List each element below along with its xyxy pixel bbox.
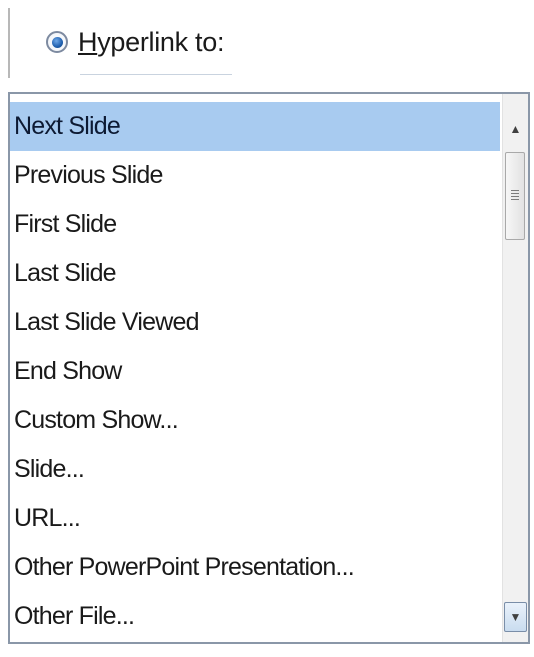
hyperlink-dialog-fragment: Hyperlink to: Next Slide Previous Slide … — [0, 0, 534, 657]
hyperlink-target-listbox[interactable]: Next Slide Previous Slide First Slide La… — [8, 92, 530, 644]
scroll-up-arrow-icon[interactable]: ▲ — [504, 114, 527, 144]
list-item-last-slide-viewed[interactable]: Last Slide Viewed — [10, 298, 500, 347]
list-item-other-file[interactable]: Other File... — [10, 592, 500, 641]
list-scrollbar[interactable]: ▲ ▼ — [502, 94, 528, 642]
list-item-next-slide[interactable]: Next Slide — [10, 102, 500, 151]
list-item-last-slide[interactable]: Last Slide — [10, 249, 500, 298]
list-item-url[interactable]: URL... — [10, 494, 500, 543]
list-item-previous-slide[interactable]: Previous Slide — [10, 151, 500, 200]
hyperlink-to-label: Hyperlink to: — [78, 27, 224, 58]
label-focus-underline — [80, 74, 232, 75]
list-item-end-show[interactable]: End Show — [10, 347, 500, 396]
scrollbar-thumb[interactable] — [505, 152, 525, 240]
group-divider — [8, 8, 10, 78]
list-item-custom-show[interactable]: Custom Show... — [10, 396, 500, 445]
hyperlink-to-option[interactable]: Hyperlink to: — [46, 22, 224, 62]
thumb-grip-icon — [511, 190, 519, 202]
hyperlink-target-list: Next Slide Previous Slide First Slide La… — [10, 102, 500, 641]
scroll-down-arrow-icon[interactable]: ▼ — [504, 602, 527, 632]
list-item-first-slide[interactable]: First Slide — [10, 200, 500, 249]
hyperlink-mnemonic: H — [78, 26, 98, 57]
list-item-other-powerpoint-presentation[interactable]: Other PowerPoint Presentation... — [10, 543, 500, 592]
hyperlink-label-text: yperlink to: — [97, 26, 225, 57]
list-item-slide[interactable]: Slide... — [10, 445, 500, 494]
radio-selected-dot-icon — [51, 36, 63, 48]
hyperlink-radio-button[interactable] — [46, 31, 68, 53]
